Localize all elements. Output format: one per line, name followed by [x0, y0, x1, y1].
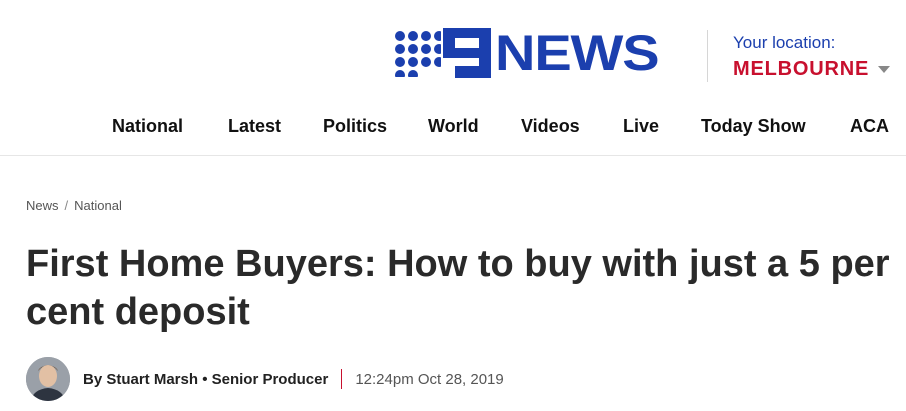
nav-item-national[interactable]: National	[112, 116, 183, 137]
author-name[interactable]: By Stuart Marsh • Senior Producer	[83, 371, 328, 388]
location-value: MELBOURNE	[733, 58, 870, 80]
brand-logo[interactable]: NEWS	[393, 28, 660, 78]
main-nav: National Latest Politics World Videos Li…	[0, 106, 906, 148]
publish-timestamp: 12:24pm Oct 28, 2019	[355, 370, 504, 388]
article-title: First Home Buyers: How to buy with just …	[26, 243, 890, 333]
location-selector[interactable]: Your location: MELBOURNE	[733, 33, 891, 81]
brand-logo-text: NEWS	[495, 25, 660, 81]
nav-item-live[interactable]: Live	[623, 116, 659, 137]
nav-item-latest[interactable]: Latest	[228, 116, 281, 137]
nine-dots-logo-icon	[395, 31, 441, 77]
location-dropdown[interactable]: MELBOURNE	[733, 58, 891, 81]
breadcrumb: News / National	[26, 198, 122, 213]
nav-item-politics[interactable]: Politics	[323, 116, 387, 137]
breadcrumb-separator: /	[64, 198, 69, 213]
nav-item-today-show[interactable]: Today Show	[701, 116, 806, 137]
nav-item-videos[interactable]: Videos	[521, 116, 580, 137]
nav-item-aca[interactable]: ACA	[850, 116, 889, 137]
article-byline: By Stuart Marsh • Senior Producer 12:24p…	[26, 357, 504, 401]
header-divider	[707, 30, 708, 82]
location-label: Your location:	[733, 33, 836, 52]
site-header: NEWS Your location: MELBOURNE	[0, 0, 906, 100]
chevron-down-icon	[878, 66, 891, 73]
author-avatar[interactable]	[26, 357, 70, 401]
nav-divider	[0, 155, 906, 156]
byline-divider	[341, 369, 343, 389]
person-icon	[26, 357, 70, 401]
nav-item-world[interactable]: World	[428, 116, 479, 137]
nine-numeral-icon	[443, 28, 491, 78]
breadcrumb-item-national[interactable]: National	[74, 198, 122, 213]
breadcrumb-item-news[interactable]: News	[26, 198, 59, 213]
